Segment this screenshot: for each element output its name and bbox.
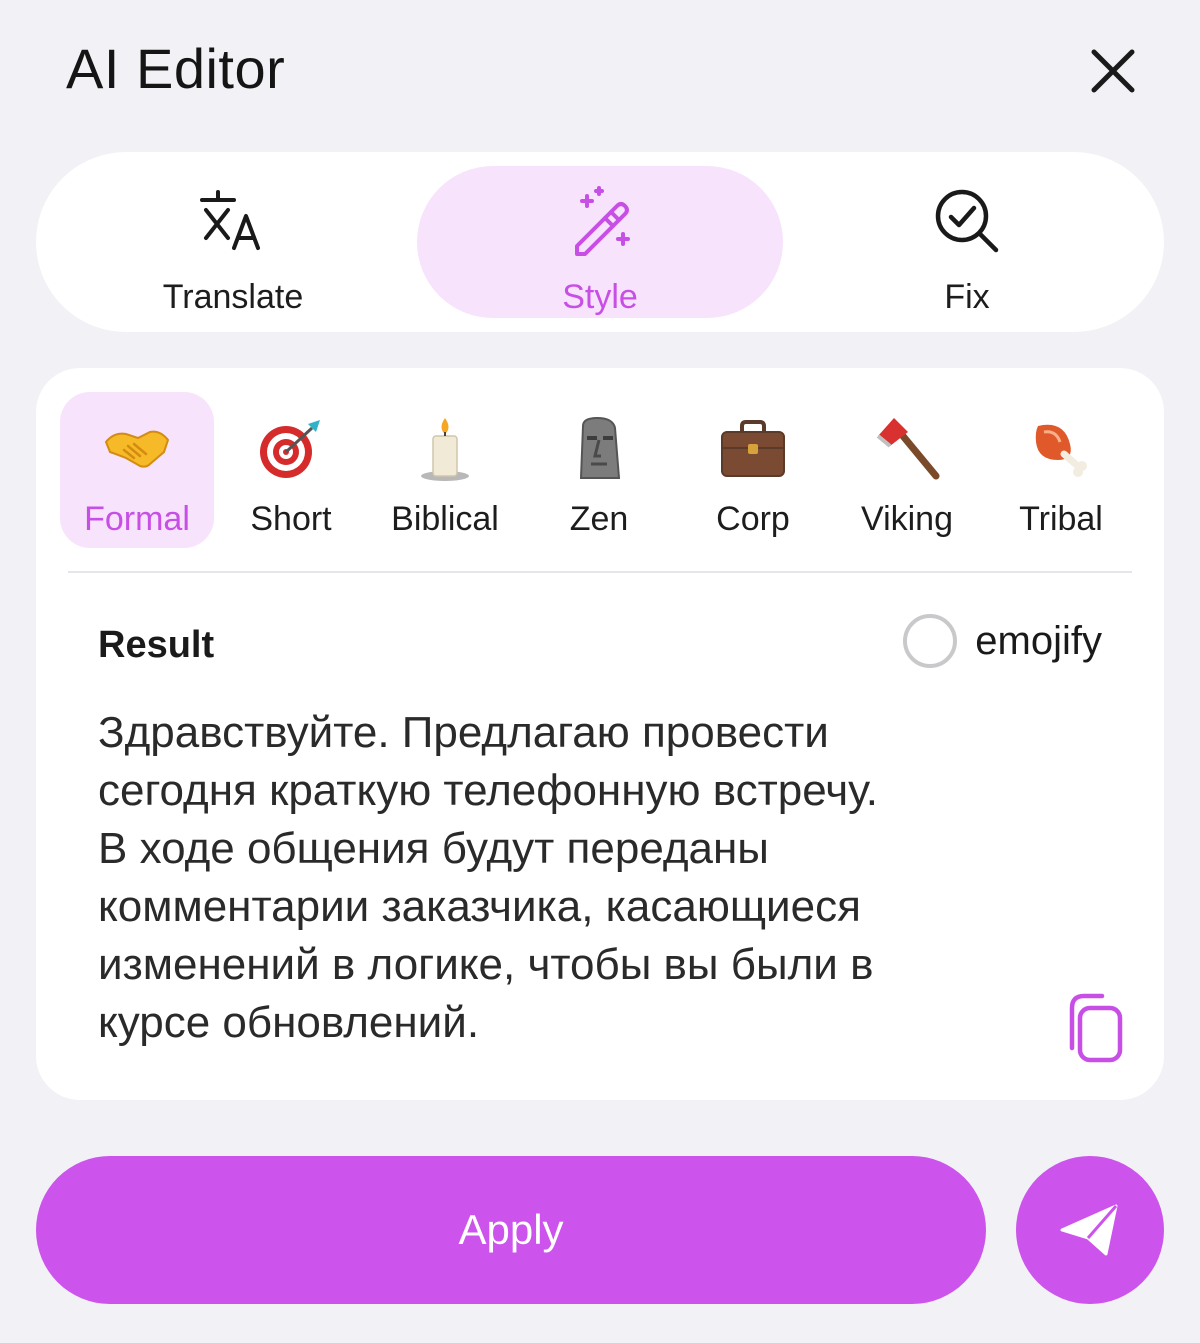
style-option-short[interactable]: Short [214, 392, 368, 548]
style-option-label: Short [250, 500, 332, 538]
divider [68, 571, 1132, 573]
tab-fix[interactable]: Fix [784, 166, 1150, 318]
style-card: Formal Short Biblical Zen Corp Viking Tr… [36, 368, 1164, 1100]
close-icon [1091, 49, 1135, 93]
style-option-label: Corp [716, 500, 790, 538]
result-text-line: комментарии заказчика, касающиеся [98, 882, 861, 931]
result-text-line: курсе обновлений. [98, 998, 480, 1047]
style-option-corp[interactable]: Corp [676, 392, 830, 548]
style-option-formal[interactable]: Formal [60, 392, 214, 548]
result-text: Здравствуйте. Предлагаю провести сегодня… [98, 704, 1038, 1052]
style-option-viking[interactable]: Viking [830, 392, 984, 548]
apply-button[interactable]: Apply [36, 1156, 986, 1304]
result-text-line: сегодня краткую телефонную встречу. [98, 766, 878, 815]
translate-icon [200, 190, 260, 250]
magic-wand-icon [575, 186, 630, 256]
target-dart-icon [260, 420, 320, 478]
handshake-icon [104, 430, 170, 468]
search-check-icon [935, 189, 999, 253]
result-heading: Result [98, 624, 215, 666]
axe-icon [876, 418, 940, 480]
send-icon [1060, 1204, 1118, 1256]
candle-icon [421, 418, 469, 481]
style-option-label: Tribal [1019, 500, 1103, 538]
style-option-zen[interactable]: Zen [522, 392, 676, 548]
result-text-line: изменений в логике, чтобы вы были в [98, 940, 874, 989]
emojify-toggle[interactable]: emojify [903, 614, 1102, 668]
copy-button[interactable] [1060, 992, 1130, 1066]
moai-icon [579, 416, 621, 479]
style-option-tribal[interactable]: Tribal [984, 392, 1138, 548]
style-options: Formal Short Biblical Zen Corp Viking Tr… [60, 392, 1140, 548]
meat-on-bone-icon [1035, 424, 1087, 477]
mode-tabs: Translate Style Fix [36, 152, 1164, 332]
result-text-line: В ходе общения будут переданы [98, 824, 769, 873]
copy-icon [1069, 993, 1123, 1063]
style-option-biblical[interactable]: Biblical [368, 392, 522, 548]
emojify-label: emojify [975, 618, 1102, 663]
tab-fix-label: Fix [944, 278, 990, 316]
style-option-label: Viking [861, 500, 953, 538]
send-button[interactable] [1016, 1156, 1164, 1304]
tab-translate[interactable]: Translate [50, 166, 416, 318]
close-button[interactable] [1082, 40, 1144, 102]
result-text-line: Здравствуйте. Предлагаю провести [98, 708, 829, 757]
tab-style-label: Style [562, 278, 638, 316]
tab-style[interactable]: Style [417, 166, 783, 318]
style-option-label: Biblical [391, 500, 499, 538]
briefcase-icon [721, 420, 785, 477]
tab-translate-label: Translate [162, 278, 304, 316]
style-option-label: Zen [569, 500, 629, 538]
emojify-radio[interactable] [903, 614, 958, 668]
page-title: AI Editor [66, 37, 286, 100]
style-option-label: Formal [84, 500, 190, 538]
